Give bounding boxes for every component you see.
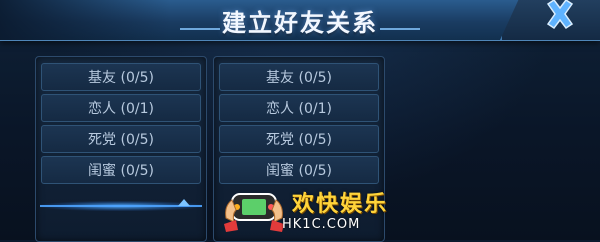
close-x-icon (546, 0, 574, 30)
handheld-game-logo (224, 193, 284, 232)
list-item[interactable]: 恋人 (0/1) (219, 94, 379, 122)
list-item[interactable]: 死党 (0/5) (41, 125, 201, 153)
list-item[interactable]: 死党 (0/5) (219, 125, 379, 153)
close-button[interactable] (540, 0, 580, 34)
watermark: 欢快娱乐 HK1C.COM (222, 180, 392, 240)
chevron-up-icon (178, 199, 190, 206)
watermark-url: HK1C.COM (282, 217, 361, 232)
list-item[interactable]: 恋人 (0/1) (41, 94, 201, 122)
list-item[interactable]: 基友 (0/5) (41, 63, 201, 91)
watermark-text: 欢快娱乐 (292, 192, 389, 217)
list-item[interactable]: 基友 (0/5) (219, 63, 379, 91)
list-item[interactable]: 闺蜜 (0/5) (41, 156, 201, 184)
title-trim (380, 28, 420, 30)
scroll-up-button[interactable] (35, 190, 207, 218)
title-trim (180, 28, 220, 30)
